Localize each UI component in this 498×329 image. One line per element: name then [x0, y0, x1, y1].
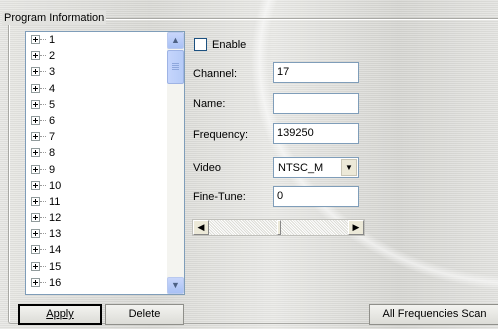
tree-connector — [40, 168, 46, 170]
tree-item[interactable]: 8 — [26, 145, 168, 161]
tree-connector — [40, 119, 46, 121]
tree-item-label: 8 — [49, 147, 56, 160]
tree-item-label: 10 — [49, 179, 62, 192]
finetune-label: Fine-Tune: — [193, 191, 246, 203]
tree-item[interactable]: 5 — [26, 97, 168, 113]
tree-connector — [40, 233, 46, 235]
tree-connector — [40, 265, 46, 267]
scroll-up-button[interactable]: ▲ — [167, 32, 184, 49]
tree-items: 1 2 3 4 5 6 7 8 9 10 11 12 13 14 15 16 — [26, 32, 168, 294]
tree-item[interactable]: 6 — [26, 113, 168, 129]
finetune-field[interactable]: 0 — [273, 186, 359, 207]
enable-checkbox[interactable] — [194, 38, 207, 51]
video-select[interactable]: NTSC_M ▼ — [273, 157, 359, 178]
group-title: Program Information — [2, 11, 107, 25]
tree-item[interactable]: 1 — [26, 32, 168, 48]
tree-item-label: 9 — [49, 163, 56, 176]
finetune-slider[interactable]: ◀ ▶ — [192, 219, 365, 236]
expand-icon[interactable] — [31, 35, 40, 44]
tree-connector — [40, 281, 46, 283]
video-label: Video — [193, 162, 221, 174]
tree-item-label: 3 — [49, 66, 56, 79]
expand-icon[interactable] — [31, 245, 40, 255]
scroll-left-icon[interactable]: ◀ — [193, 220, 209, 235]
tree-item-label: 6 — [49, 114, 56, 127]
delete-button[interactable]: Delete — [105, 304, 184, 325]
tree-connector — [40, 152, 46, 154]
name-field[interactable] — [273, 93, 359, 114]
tree-connector — [40, 184, 46, 186]
program-info-panel: Program Information 1 2 3 4 5 6 7 8 9 10 11 12 13 14 1… — [0, 0, 498, 329]
scroll-down-button[interactable]: ▼ — [167, 277, 184, 294]
tree-item[interactable]: 12 — [26, 210, 168, 226]
tree-connector — [40, 136, 46, 138]
tree-connector — [40, 249, 46, 251]
tree-item[interactable]: 7 — [26, 129, 168, 145]
tree-connector — [40, 200, 46, 202]
tree-connector — [40, 39, 46, 40]
expand-icon[interactable] — [31, 229, 40, 239]
video-select-value: NTSC_M — [278, 162, 324, 174]
expand-icon[interactable] — [31, 180, 40, 190]
channel-label: Channel: — [193, 68, 238, 80]
all-frequencies-scan-button[interactable]: All Frequencies Scan — [369, 304, 498, 325]
tree-item[interactable]: 10 — [26, 178, 168, 194]
frequency-field[interactable]: 139250 — [273, 123, 359, 144]
expand-icon[interactable] — [31, 51, 40, 61]
tree-item-label: 16 — [49, 276, 62, 289]
tree-item[interactable]: 2 — [26, 48, 168, 64]
expand-icon[interactable] — [31, 196, 40, 206]
expand-icon[interactable] — [31, 213, 40, 223]
tree-item-label: 14 — [49, 244, 62, 257]
channel-field[interactable]: 17 — [273, 62, 359, 83]
chevron-down-icon[interactable]: ▼ — [341, 159, 357, 176]
tree-item-label: 7 — [49, 131, 56, 144]
tree-item[interactable]: 3 — [26, 64, 168, 80]
name-label: Name: — [193, 98, 226, 110]
finetune-slider-thumb[interactable] — [276, 220, 281, 235]
apply-button-label: Apply — [46, 308, 74, 320]
expand-icon[interactable] — [31, 132, 40, 142]
tree-item-label: 13 — [49, 228, 62, 241]
tree-connector — [40, 103, 46, 105]
tree-connector — [40, 55, 46, 57]
tree-connector — [40, 71, 46, 73]
expand-icon[interactable] — [31, 83, 40, 93]
tree-item-label: 15 — [49, 260, 62, 273]
tree-item[interactable]: 16 — [26, 275, 168, 291]
channel-tree-list[interactable]: 1 2 3 4 5 6 7 8 9 10 11 12 13 14 15 16 ▲ ▼ — [25, 31, 185, 295]
tree-item-label: 2 — [49, 50, 56, 63]
tree-connector — [40, 217, 46, 219]
tree-item-label: 5 — [49, 98, 56, 111]
expand-icon[interactable] — [31, 115, 40, 125]
expand-icon[interactable] — [31, 277, 40, 287]
expand-icon[interactable] — [31, 164, 40, 174]
tree-item-label: 4 — [49, 82, 56, 95]
expand-icon[interactable] — [31, 148, 40, 158]
tree-item-label: 11 — [49, 195, 61, 208]
tree-item[interactable]: 11 — [26, 194, 168, 210]
tree-item[interactable]: 4 — [26, 81, 168, 97]
enable-label: Enable — [212, 39, 247, 51]
tree-item[interactable]: 9 — [26, 162, 168, 178]
scroll-right-icon[interactable]: ▶ — [348, 220, 364, 235]
frequency-label: Frequency: — [193, 129, 249, 141]
tree-item-label: 12 — [49, 212, 62, 225]
tree-item[interactable]: 14 — [26, 242, 168, 258]
expand-icon[interactable] — [31, 67, 40, 77]
tree-item[interactable]: 15 — [26, 259, 168, 275]
tree-item-label: 1 — [49, 34, 56, 46]
tree-vertical-scrollbar[interactable]: ▲ ▼ — [167, 32, 184, 294]
expand-icon[interactable] — [31, 99, 40, 109]
apply-button[interactable]: Apply — [18, 304, 102, 325]
expand-icon[interactable] — [31, 261, 40, 271]
scroll-thumb[interactable] — [167, 50, 184, 84]
tree-connector — [40, 87, 46, 89]
tree-item[interactable]: 13 — [26, 226, 168, 242]
